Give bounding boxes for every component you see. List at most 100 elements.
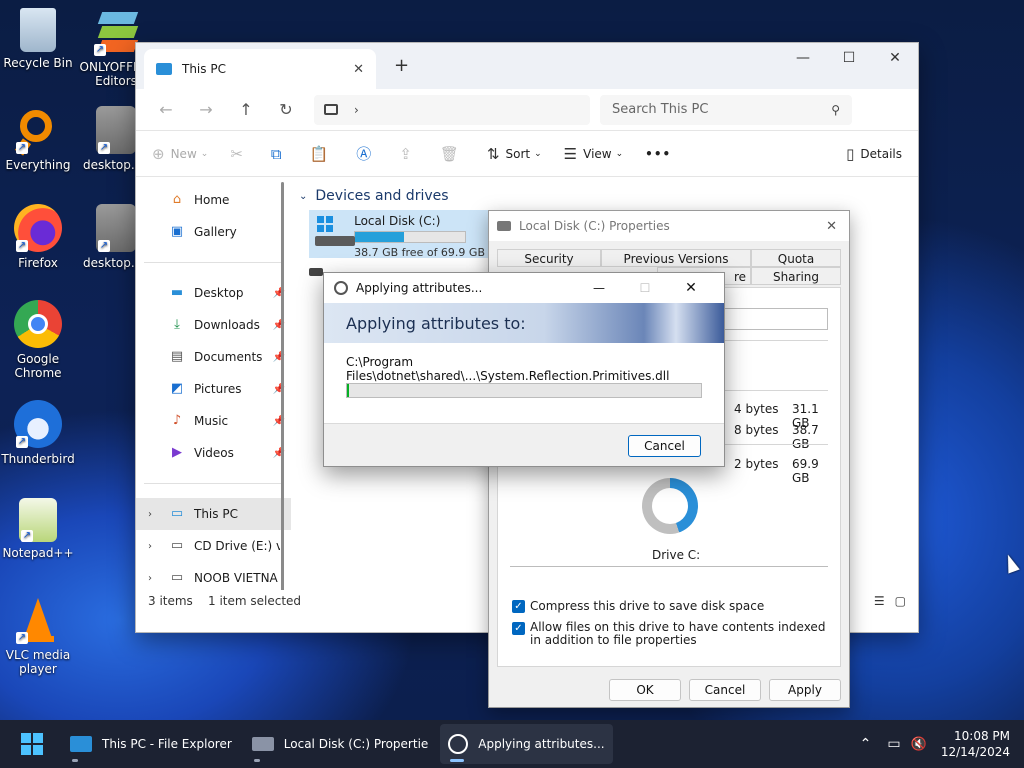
maximize-button[interactable]: ☐	[622, 281, 668, 295]
delete-button[interactable]: 🗑	[440, 145, 465, 163]
sidebar-item-videos[interactable]: ▶ Videos 📌	[136, 437, 291, 469]
minimize-button[interactable]: —	[576, 281, 622, 295]
more-options-button[interactable]: •••	[645, 147, 671, 161]
tab-security[interactable]: Security	[497, 249, 601, 267]
desktop-icon-firefox[interactable]: ↗ Firefox	[0, 204, 76, 270]
system-tray: ⌃ ▭ 🔇 10:08 PM 12/14/2024	[860, 720, 1024, 768]
up-button[interactable]: ↑	[226, 100, 266, 119]
chevron-right-icon: ›	[148, 572, 152, 584]
navigation-pane: ⌂ Home ▣ Gallery ▬ Desktop 📌 ⤓ Downloads…	[136, 178, 291, 612]
maximize-button[interactable]: ☐	[826, 43, 872, 73]
desktop-icon-thunderbird[interactable]: ↗ Thunderbird	[0, 400, 76, 466]
desktop-icon-recycle-bin[interactable]: Recycle Bin	[0, 8, 76, 70]
sidebar-label: Home	[194, 193, 230, 207]
music-icon: ♪	[172, 413, 182, 428]
tab-sharing[interactable]: Sharing	[751, 267, 841, 285]
details-button[interactable]: ▯ Details	[846, 145, 902, 163]
rename-button[interactable]: Ⓐ	[356, 143, 377, 164]
taskbar-item-file-explorer[interactable]: This PC - File Explorer	[62, 724, 240, 764]
sidebar-item-gallery[interactable]: ▣ Gallery	[136, 216, 291, 248]
address-field[interactable]: ›	[314, 94, 590, 125]
taskbar-item-properties[interactable]: Local Disk (C:) Propertie	[244, 724, 437, 764]
clock-time: 10:08 PM	[954, 729, 1010, 743]
windows-drive-icon	[313, 214, 355, 254]
compress-checkbox[interactable]: ✓	[512, 600, 525, 613]
sidebar-item-cd-drive[interactable]: › ▭ CD Drive (E:) virt	[136, 530, 291, 562]
close-window-button[interactable]: ✕	[872, 43, 918, 73]
index-checkbox[interactable]: ✓	[512, 622, 525, 635]
recycle-bin-icon	[20, 8, 56, 52]
new-tab-button[interactable]: +	[394, 55, 409, 76]
shortcut-arrow-icon: ↗	[16, 142, 28, 154]
chevron-up-icon[interactable]: ⌃	[860, 736, 872, 752]
details-view-icon[interactable]: ☰	[874, 594, 885, 608]
section-devices-and-drives[interactable]: ⌄ Devices and drives	[299, 188, 918, 204]
paste-button[interactable]: 📋	[310, 145, 335, 163]
cancel-button[interactable]: Cancel	[628, 435, 701, 457]
desktop-icon-vlc[interactable]: ↗ VLC media player	[0, 596, 76, 676]
new-button[interactable]: ⊕ New ⌄	[152, 145, 208, 163]
running-indicator	[450, 759, 465, 762]
sidebar-item-this-pc[interactable]: › ▭ This PC	[136, 498, 291, 530]
chrome-icon	[14, 300, 62, 348]
cancel-button[interactable]: Cancel	[689, 679, 761, 701]
sidebar-scrollbar[interactable]	[281, 182, 284, 602]
explorer-tab-label: This PC	[182, 62, 226, 76]
tab-quota[interactable]: Quota	[751, 249, 841, 267]
close-icon[interactable]: ✕	[668, 280, 714, 296]
sort-button[interactable]: ⇅ Sort ⌄	[487, 145, 542, 163]
drive-usage-bar	[354, 231, 467, 243]
search-input[interactable]: Search This PC ⚲	[600, 94, 852, 125]
vlc-icon: ↗	[14, 596, 62, 644]
free-space-gb: 38.7 GB	[792, 423, 819, 451]
view-button[interactable]: ☰ View ⌄	[564, 145, 623, 163]
volume-muted-icon[interactable]: 🔇	[911, 737, 927, 752]
apply-button[interactable]: Apply	[769, 679, 841, 701]
close-tab-icon[interactable]: ✕	[353, 62, 364, 77]
sidebar-item-music[interactable]: ♪ Music 📌	[136, 405, 291, 437]
used-space-bytes: 4 bytes	[734, 402, 779, 416]
search-placeholder: Search This PC	[612, 102, 709, 117]
refresh-button[interactable]: ↻	[266, 100, 306, 119]
desktop-icon-chrome[interactable]: Google Chrome	[0, 300, 76, 380]
start-button[interactable]	[12, 724, 52, 764]
drive-icon: ▭	[170, 570, 184, 585]
sidebar-item-documents[interactable]: ▤ Documents 📌	[136, 341, 291, 373]
clock-icon	[334, 281, 348, 295]
compress-label: Compress this drive to save disk space	[530, 599, 765, 613]
volume-label-input[interactable]	[724, 308, 828, 330]
sidebar-label: This PC	[194, 507, 238, 521]
explorer-tab-this-pc[interactable]: This PC ✕	[144, 49, 376, 89]
close-icon[interactable]: ✕	[826, 219, 837, 234]
tiles-view-icon[interactable]: ▢	[895, 594, 906, 608]
shortcut-arrow-icon: ↗	[16, 240, 28, 252]
view-list-icon: ☰	[563, 144, 578, 163]
onlyoffice-icon: ↗	[92, 8, 140, 56]
forward-button[interactable]: →	[186, 100, 226, 119]
cut-button[interactable]: ✂	[230, 145, 249, 163]
share-button[interactable]: ⇪	[399, 145, 418, 163]
new-label: New	[170, 146, 197, 161]
ok-button[interactable]: OK	[609, 679, 681, 701]
sidebar-label: Gallery	[194, 225, 237, 239]
tab-previous-versions[interactable]: Previous Versions	[601, 249, 751, 267]
sidebar-item-home[interactable]: ⌂ Home	[136, 184, 291, 216]
drive-tile-local-disk-c[interactable]: Local Disk (C:) 38.7 GB free of 69.9 GB	[309, 210, 489, 259]
everything-icon: ↗	[14, 106, 62, 156]
sidebar-item-downloads[interactable]: ⤓ Downloads 📌	[136, 309, 291, 341]
sidebar-item-desktop[interactable]: ▬ Desktop 📌	[136, 277, 291, 309]
applying-body: C:\Program Files\dotnet\shared\...\Syste…	[324, 343, 724, 423]
sidebar-item-pictures[interactable]: ◩ Pictures 📌	[136, 373, 291, 405]
desktop-icon-everything[interactable]: ↗ Everything	[0, 106, 76, 172]
copy-button[interactable]: ⧉	[271, 145, 288, 163]
trash-icon: 🗑	[439, 144, 459, 163]
taskbar-item-applying-attributes[interactable]: Applying attributes...	[440, 724, 613, 764]
desktop-icon-notepadpp[interactable]: ↗ Notepad++	[0, 498, 76, 560]
clipboard-icon: 📋	[309, 144, 329, 163]
gallery-icon: ▣	[170, 224, 184, 239]
monitor-icon: ▭	[170, 506, 184, 521]
back-button[interactable]: ←	[146, 100, 186, 119]
network-icon[interactable]: ▭	[887, 736, 900, 752]
minimize-button[interactable]: —	[780, 43, 826, 73]
clock[interactable]: 10:08 PM 12/14/2024	[931, 728, 1024, 760]
